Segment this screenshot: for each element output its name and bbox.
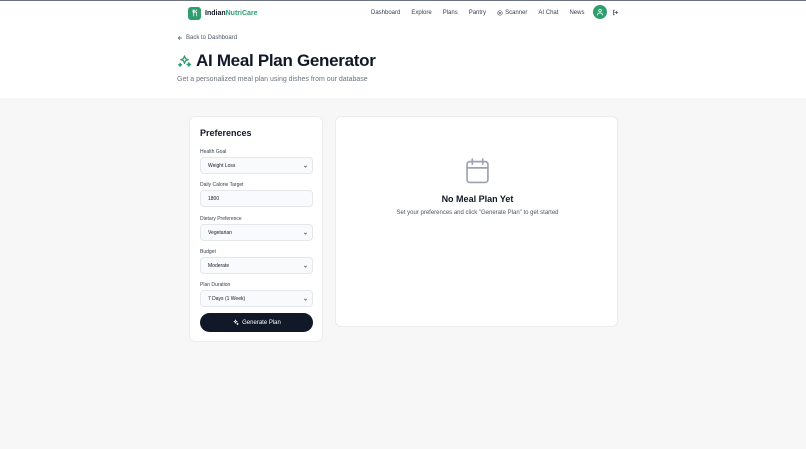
chevron-down-icon xyxy=(304,232,307,235)
page-subtitle: Get a personalized meal plan using dishe… xyxy=(177,76,368,83)
chevron-down-icon xyxy=(304,265,307,268)
calorie-target-input[interactable]: 1800 xyxy=(200,190,313,207)
brand-name-part1: Indian xyxy=(205,9,226,17)
health-goal-label: Health Goal xyxy=(200,149,227,155)
calorie-target-value: 1800 xyxy=(208,195,220,202)
meal-plan-result-panel: No Meal Plan Yet Set your preferences an… xyxy=(335,116,618,327)
budget-label: Budget xyxy=(200,249,216,255)
budget-value: Moderate xyxy=(208,262,230,269)
empty-state-title: No Meal Plan Yet xyxy=(441,194,514,204)
dietary-preference-label: Dietary Preference xyxy=(200,216,242,222)
brand-name[interactable]: IndianNutriCare xyxy=(205,10,258,17)
arrow-left-icon xyxy=(177,36,183,40)
title-row: AI Meal Plan Generator xyxy=(177,51,376,71)
sparkles-icon xyxy=(178,54,192,67)
nav-link-pantry[interactable]: Pantry xyxy=(469,10,486,16)
nav-link-plans[interactable]: Plans xyxy=(443,10,458,16)
scan-icon xyxy=(497,10,503,16)
chevron-down-icon xyxy=(304,298,307,301)
health-goal-value: Weight Loss xyxy=(208,162,236,169)
dietary-preference-select[interactable]: Vegetarian xyxy=(200,224,313,241)
page-header: IndianNutriCare Dashboard Explore Plans … xyxy=(0,1,806,98)
chevron-down-icon xyxy=(304,165,307,168)
top-nav: IndianNutriCare Dashboard Explore Plans … xyxy=(188,5,620,21)
nav-links: Dashboard Explore Plans Pantry Scanner A… xyxy=(371,5,595,21)
plan-duration-value: 7 Days (1 Week) xyxy=(208,295,246,302)
user-avatar[interactable] xyxy=(593,5,607,19)
user-icon xyxy=(596,8,604,16)
back-to-dashboard-link[interactable]: Back to Dashboard xyxy=(177,35,237,41)
generate-plan-button[interactable]: Generate Plan xyxy=(200,313,313,332)
empty-state-description: Set your preferences and click "Generate… xyxy=(396,210,559,216)
budget-select[interactable]: Moderate xyxy=(200,257,313,274)
sparkles-icon xyxy=(233,319,239,326)
nav-link-scanner-label: Scanner xyxy=(505,10,528,16)
nav-link-ai-chat[interactable]: AI Chat xyxy=(538,10,558,16)
plan-duration-label: Plan Duration xyxy=(200,282,231,288)
nav-link-scanner[interactable]: Scanner xyxy=(497,10,527,16)
health-goal-select[interactable]: Weight Loss xyxy=(200,157,313,174)
page-title: AI Meal Plan Generator xyxy=(196,51,376,70)
calorie-target-label: Daily Calorie Target xyxy=(200,182,244,188)
preferences-panel: Preferences Health Goal Weight Loss Dail… xyxy=(189,116,323,342)
calendar-icon xyxy=(466,158,489,184)
preferences-title: Preferences xyxy=(200,128,252,138)
brand-name-part2: NutriCare xyxy=(225,9,258,17)
nav-link-explore[interactable]: Explore xyxy=(411,10,431,16)
generate-plan-label: Generate Plan xyxy=(242,319,281,326)
logout-icon[interactable] xyxy=(612,9,619,16)
utensils-icon[interactable] xyxy=(188,6,201,20)
dietary-preference-value: Vegetarian xyxy=(208,229,232,236)
nav-link-dashboard[interactable]: Dashboard xyxy=(371,10,400,16)
plan-duration-select[interactable]: 7 Days (1 Week) xyxy=(200,290,313,307)
nav-link-news[interactable]: News xyxy=(569,10,584,16)
back-link-label: Back to Dashboard xyxy=(186,35,238,41)
